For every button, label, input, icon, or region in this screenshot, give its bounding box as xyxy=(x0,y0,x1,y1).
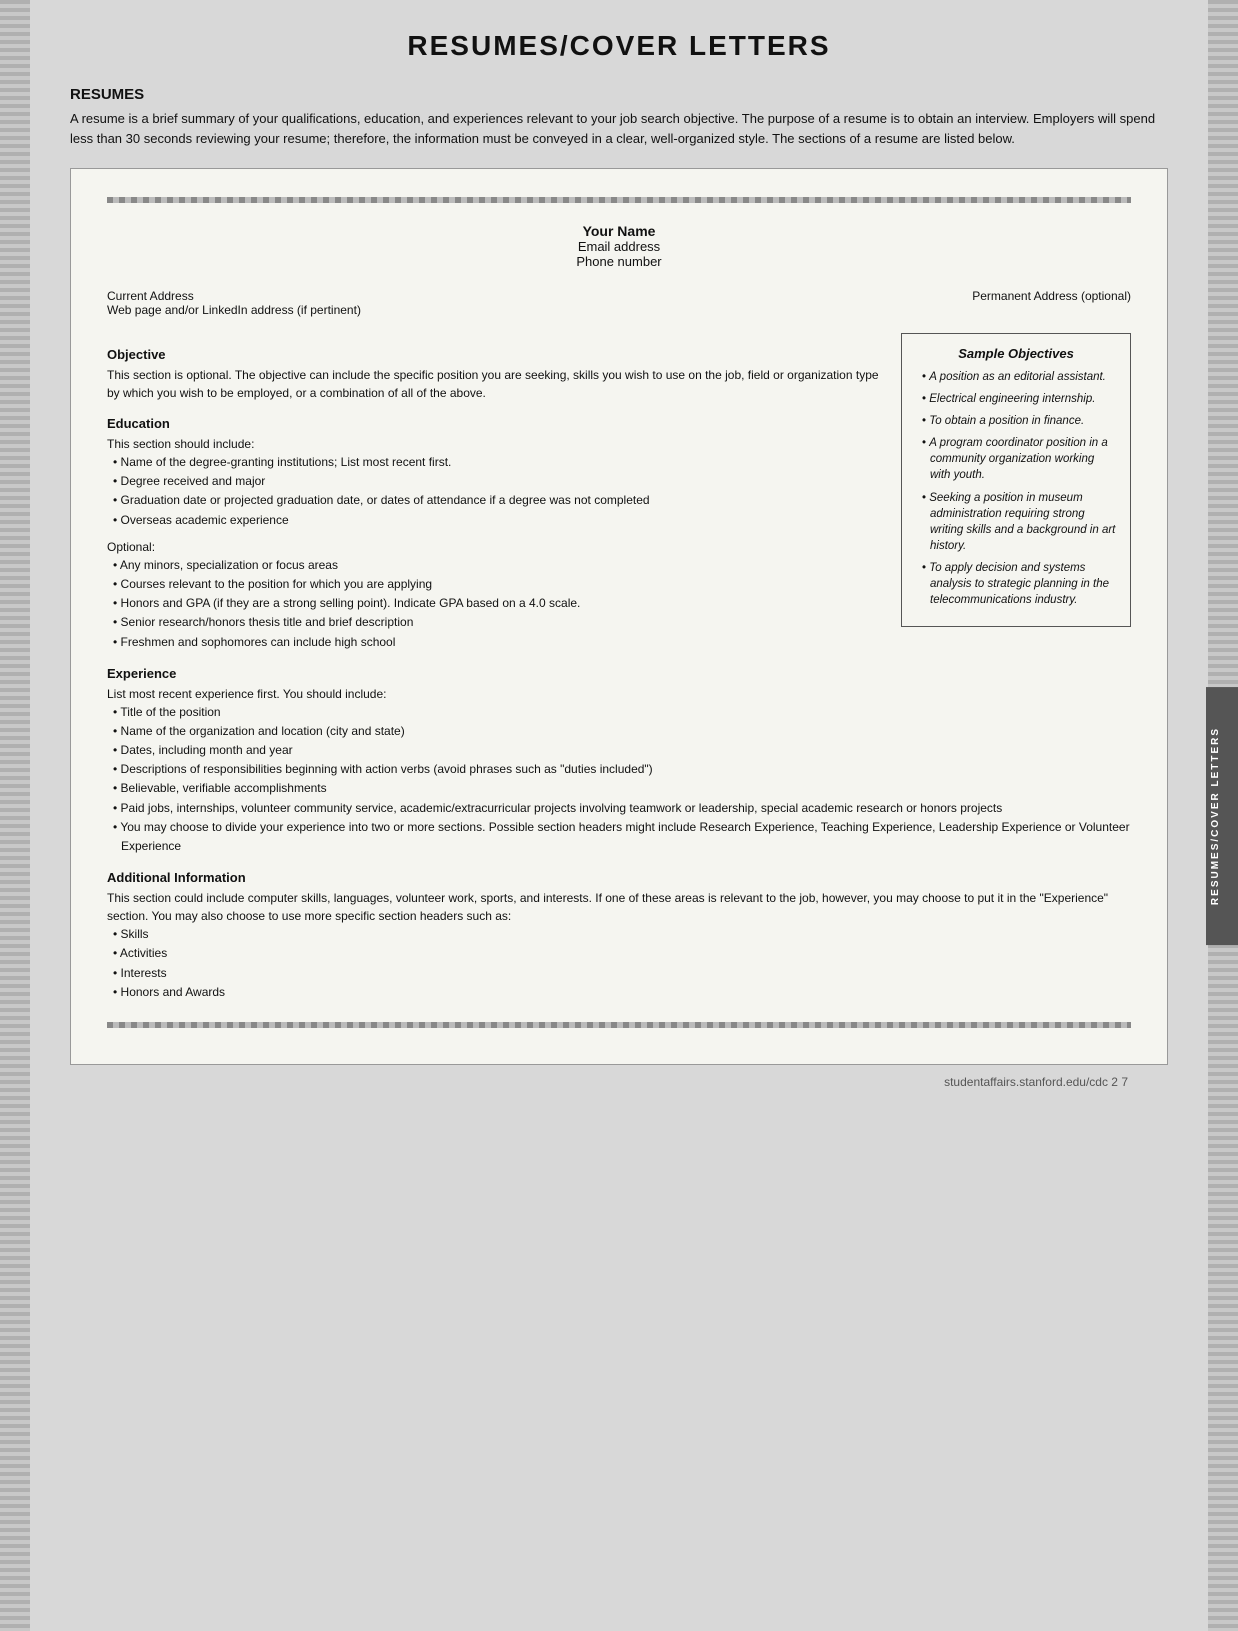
experience-section: Experience List most recent experience f… xyxy=(107,666,1131,857)
additional-item: Activities xyxy=(107,944,1131,963)
education-label: Education xyxy=(107,416,881,431)
sample-objectives-list: A position as an editorial assistant. El… xyxy=(916,369,1116,608)
optional-item: Freshmen and sophomores can include high… xyxy=(107,633,881,652)
experience-label: Experience xyxy=(107,666,1131,681)
sample-obj-item: To obtain a position in finance. xyxy=(916,413,1116,429)
address-row: Current Address Web page and/or LinkedIn… xyxy=(107,289,1131,317)
objective-text: This section is optional. The objective … xyxy=(107,366,881,402)
education-intro: This section should include: xyxy=(107,435,881,453)
education-item: Graduation date or projected graduation … xyxy=(107,491,881,510)
email-label: Email address xyxy=(107,239,1131,254)
sample-obj-item: A position as an editorial assistant. xyxy=(916,369,1116,385)
optional-label: Optional: xyxy=(107,538,881,556)
additional-item: Interests xyxy=(107,964,1131,983)
objective-section: Objective This section is optional. The … xyxy=(107,333,1131,652)
experience-item: Name of the organization and location (c… xyxy=(107,722,1131,741)
education-item: Overseas academic experience xyxy=(107,511,881,530)
doc-bottom-border xyxy=(107,1022,1131,1028)
additional-item: Skills xyxy=(107,925,1131,944)
experience-item: Believable, verifiable accomplishments xyxy=(107,779,1131,798)
sample-obj-item: Seeking a position in museum administrat… xyxy=(916,490,1116,554)
objective-left: Objective This section is optional. The … xyxy=(107,333,881,652)
sample-obj-item: A program coordinator position in a comm… xyxy=(916,435,1116,483)
experience-list: Title of the position Name of the organi… xyxy=(107,703,1131,857)
education-list: Name of the degree-granting institutions… xyxy=(107,453,881,530)
experience-item: Paid jobs, internships, volunteer commun… xyxy=(107,799,1131,818)
optional-item: Any minors, specialization or focus area… xyxy=(107,556,881,575)
permanent-address: Permanent Address (optional) xyxy=(972,289,1131,317)
experience-item: Dates, including month and year xyxy=(107,741,1131,760)
optional-item: Courses relevant to the position for whi… xyxy=(107,575,881,594)
optional-list: Any minors, specialization or focus area… xyxy=(107,556,881,652)
experience-intro: List most recent experience first. You s… xyxy=(107,685,1131,703)
resumes-heading: RESUMES xyxy=(70,86,1168,103)
right-decorative-border: RESUMES/COVER LETTERS xyxy=(1208,0,1238,1631)
sample-objectives-box: Sample Objectives A position as an edito… xyxy=(901,333,1131,627)
optional-item: Senior research/honors thesis title and … xyxy=(107,613,881,632)
optional-item: Honors and GPA (if they are a strong sel… xyxy=(107,594,881,613)
left-decorative-border xyxy=(0,0,30,1631)
vertical-tab: RESUMES/COVER LETTERS xyxy=(1206,686,1238,944)
page-title: RESUMES/COVER LETTERS xyxy=(70,30,1168,62)
sample-objectives-title: Sample Objectives xyxy=(916,346,1116,361)
objective-label: Objective xyxy=(107,347,881,362)
sample-objectives-column: Sample Objectives A position as an edito… xyxy=(901,333,1131,652)
additional-text: This section could include computer skil… xyxy=(107,889,1131,925)
additional-item: Honors and Awards xyxy=(107,983,1131,1002)
additional-list: Skills Activities Interests Honors and A… xyxy=(107,925,1131,1002)
document-box: Your Name Email address Phone number Cur… xyxy=(70,168,1168,1065)
experience-item: Title of the position xyxy=(107,703,1131,722)
phone-label: Phone number xyxy=(107,254,1131,269)
intro-text: A resume is a brief summary of your qual… xyxy=(70,109,1168,148)
education-item: Degree received and major xyxy=(107,472,881,491)
doc-header: Your Name Email address Phone number xyxy=(107,223,1131,269)
sample-obj-item: To apply decision and systems analysis t… xyxy=(916,560,1116,608)
footer: studentaffairs.stanford.edu/cdc 2 7 xyxy=(70,1075,1168,1089)
doc-top-border xyxy=(107,197,1131,203)
sample-obj-item: Electrical engineering internship. xyxy=(916,391,1116,407)
additional-label: Additional Information xyxy=(107,870,1131,885)
address-left: Current Address Web page and/or LinkedIn… xyxy=(107,289,361,317)
your-name-label: Your Name xyxy=(107,223,1131,239)
web-page: Web page and/or LinkedIn address (if per… xyxy=(107,303,361,317)
current-address: Current Address xyxy=(107,289,361,303)
education-item: Name of the degree-granting institutions… xyxy=(107,453,881,472)
experience-item: Descriptions of responsibilities beginni… xyxy=(107,760,1131,779)
additional-section: Additional Information This section coul… xyxy=(107,870,1131,1002)
experience-item: You may choose to divide your experience… xyxy=(107,818,1131,856)
education-section: Education This section should include: N… xyxy=(107,416,881,652)
